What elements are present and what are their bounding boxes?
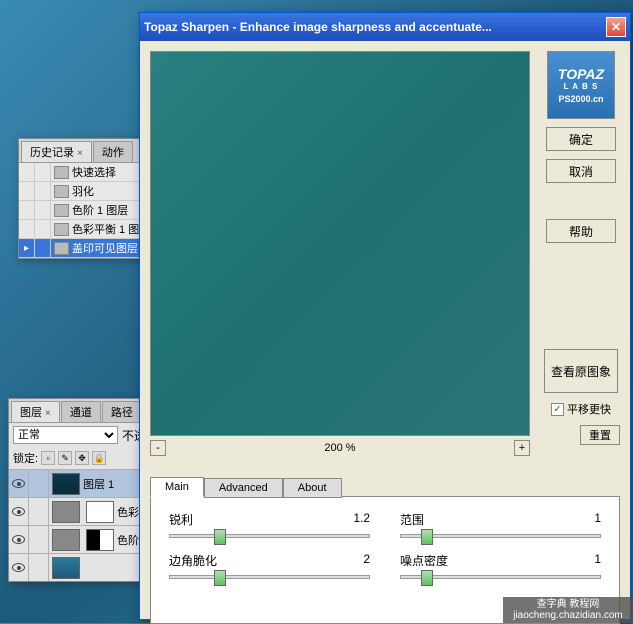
slider-thumb[interactable]: [214, 570, 226, 586]
tab-advanced[interactable]: Advanced: [204, 478, 283, 498]
history-item-label: 色阶 1 图层: [72, 202, 128, 218]
range-value: 1: [594, 511, 601, 528]
watermark-line1: 查字典 教程网: [537, 599, 600, 610]
help-button[interactable]: 帮助: [546, 219, 616, 243]
link-col[interactable]: [29, 498, 49, 525]
reset-button[interactable]: 重置: [580, 425, 620, 445]
eye-icon[interactable]: [12, 479, 25, 488]
noise-slider[interactable]: [400, 575, 601, 579]
tab-layers[interactable]: 图层×: [11, 401, 60, 422]
preview-area: - 200 % +: [150, 51, 530, 456]
tab-layers-label: 图层: [20, 407, 42, 419]
edge-value: 2: [363, 552, 370, 569]
history-item-label: 羽化: [72, 183, 94, 199]
layer-mask[interactable]: [86, 529, 114, 551]
edge-slider-group: 边角脆化 2: [169, 552, 370, 579]
blend-mode-select[interactable]: 正常: [13, 426, 118, 444]
quickselect-icon: [54, 166, 69, 179]
history-item-label: 快速选择: [72, 164, 116, 180]
topaz-dialog: Topaz Sharpen - Enhance image sharpness …: [139, 12, 631, 620]
tab-paths[interactable]: 路径: [102, 401, 142, 422]
ok-button[interactable]: 确定: [546, 127, 616, 151]
logo-url: PS2000.cn: [558, 94, 603, 104]
lock-all-icon[interactable]: 🔒: [92, 451, 106, 465]
layer-thumbnail[interactable]: [52, 557, 80, 579]
dialog-body: - 200 % + TOPAZ L A B S PS2000.cn 确定 取消 …: [140, 41, 630, 619]
slider-thumb[interactable]: [421, 529, 433, 545]
tab-history[interactable]: 历史记录×: [21, 141, 92, 162]
layer-thumbnail[interactable]: [52, 473, 80, 495]
lock-transparency-icon[interactable]: ▫: [41, 451, 55, 465]
tab-channels[interactable]: 通道: [61, 401, 101, 422]
settings-tabs-area: Main Advanced About 锐利 1.2 边角脆化 2: [150, 477, 620, 614]
smooth-checkbox-row: ✓ 平移更快: [551, 401, 611, 417]
layer-label: 色彩: [117, 504, 139, 520]
edge-label: 边角脆化: [169, 552, 217, 569]
zoom-in-button[interactable]: +: [514, 440, 530, 456]
link-col[interactable]: [29, 554, 49, 581]
adjustment-icon[interactable]: [52, 501, 80, 523]
layer-label: 图层 1: [83, 476, 114, 492]
slider-thumb[interactable]: [421, 570, 433, 586]
logo-subtext: L A B S: [564, 82, 599, 91]
sharpen-slider-group: 锐利 1.2: [169, 511, 370, 538]
close-icon[interactable]: ×: [77, 148, 83, 159]
zoom-value: 200 %: [166, 442, 514, 454]
dialog-sidebar: TOPAZ L A B S PS2000.cn 确定 取消 帮助 查看原图象 ✓…: [542, 51, 620, 445]
edge-slider[interactable]: [169, 575, 370, 579]
tab-history-label: 历史记录: [30, 147, 74, 159]
zoom-controls: - 200 % +: [150, 440, 530, 456]
noise-value: 1: [594, 552, 601, 569]
cancel-button[interactable]: 取消: [546, 159, 616, 183]
stamp-icon: [54, 242, 69, 255]
tab-main[interactable]: Main: [150, 477, 204, 497]
watermark: 查字典 教程网 jiaocheng.chazidian.com: [503, 597, 633, 623]
titlebar[interactable]: Topaz Sharpen - Enhance image sharpness …: [140, 13, 630, 41]
link-col[interactable]: [29, 470, 49, 497]
eye-icon[interactable]: [12, 507, 25, 516]
topaz-logo: TOPAZ L A B S PS2000.cn: [547, 51, 615, 119]
noise-slider-group: 噪点密度 1: [400, 552, 601, 579]
slider-thumb[interactable]: [214, 529, 226, 545]
eye-icon[interactable]: [12, 563, 25, 572]
link-col[interactable]: [29, 526, 49, 553]
smooth-label: 平移更快: [567, 401, 611, 417]
close-button[interactable]: ✕: [606, 17, 626, 37]
noise-label: 噪点密度: [400, 552, 448, 569]
eye-icon[interactable]: [12, 535, 25, 544]
tab-actions[interactable]: 动作: [93, 141, 133, 162]
watermark-line2: jiaocheng.chazidian.com: [513, 610, 623, 621]
close-icon[interactable]: ×: [45, 408, 51, 419]
lock-label: 锁定:: [13, 450, 38, 466]
adjustment-icon[interactable]: [52, 529, 80, 551]
history-item-label: 盖印可见图层: [72, 240, 138, 256]
feather-icon: [54, 185, 69, 198]
sharpen-slider[interactable]: [169, 534, 370, 538]
sharpen-label: 锐利: [169, 511, 193, 528]
dialog-title: Topaz Sharpen - Enhance image sharpness …: [144, 20, 606, 34]
layer-mask[interactable]: [86, 501, 114, 523]
levels-icon: [54, 204, 69, 217]
settings-tabs: Main Advanced About: [150, 477, 620, 497]
logo-text: TOPAZ: [558, 66, 604, 82]
lock-move-icon[interactable]: ✥: [75, 451, 89, 465]
range-slider[interactable]: [400, 534, 601, 538]
range-slider-group: 范围 1: [400, 511, 601, 538]
layer-label: 色阶: [117, 532, 139, 548]
view-original-button[interactable]: 查看原图象: [544, 349, 618, 393]
tab-about[interactable]: About: [283, 478, 342, 498]
smooth-checkbox[interactable]: ✓: [551, 403, 564, 416]
lock-brush-icon[interactable]: ✎: [58, 451, 72, 465]
zoom-out-button[interactable]: -: [150, 440, 166, 456]
sharpen-value: 1.2: [353, 511, 370, 528]
colorbalance-icon: [54, 223, 69, 236]
preview-image[interactable]: [150, 51, 530, 436]
brush-icon: ▸: [24, 243, 29, 254]
range-label: 范围: [400, 511, 424, 528]
